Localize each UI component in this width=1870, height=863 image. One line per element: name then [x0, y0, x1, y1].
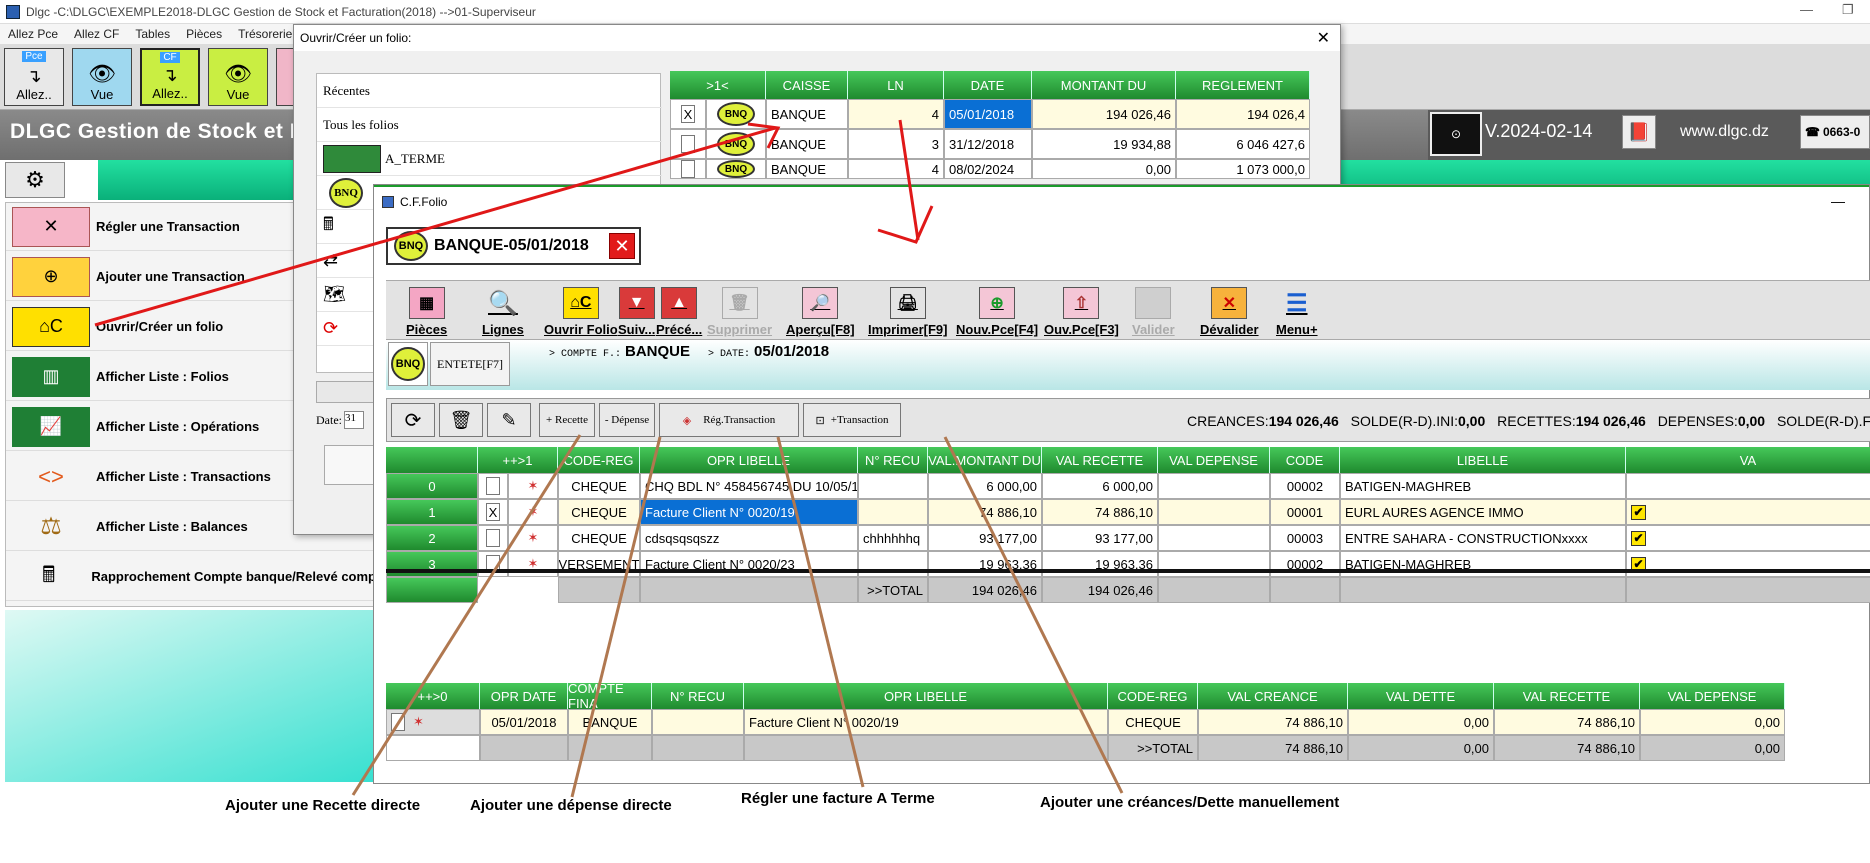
annotation-recette: Ajouter une Recette directe: [225, 797, 421, 814]
brown-arrow-line: [570, 436, 662, 798]
red-arrow-line: [898, 119, 920, 241]
red-arrowhead: [877, 205, 934, 244]
annotation-arrows: [94, 119, 1124, 798]
brown-arrow-line: [943, 436, 1124, 794]
annotation-creance: Ajouter une créances/Dette manuellement: [1040, 794, 1340, 811]
red-arrow-line: [94, 126, 776, 327]
brown-arrow-line: [776, 436, 865, 788]
brown-arrow-line: [351, 434, 582, 796]
annotation-regler: Régler une facture A Terme: [741, 790, 935, 807]
annotation-depense: Ajouter une dépense directe: [470, 797, 672, 814]
app-root: { "window": { "title": "Dlgc -C:\\DLGC\\…: [0, 0, 1870, 863]
